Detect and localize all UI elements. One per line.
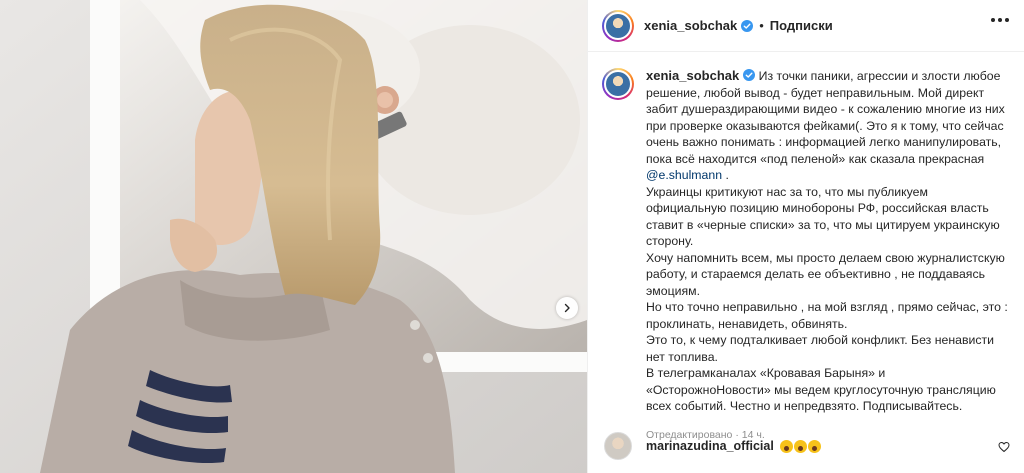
author-username[interactable]: xenia_sobchak xyxy=(644,18,737,33)
post-caption: xenia_sobchak Из точки паники, агрессии … xyxy=(602,68,1012,443)
caption-text-1-end: . xyxy=(722,168,729,182)
verified-badge-icon xyxy=(743,69,756,81)
header-separator: • xyxy=(759,18,764,33)
author-avatar[interactable] xyxy=(602,9,634,42)
verified-badge-icon xyxy=(741,19,754,32)
post-details-panel: xenia_sobchak • Подписки xenia_sobchak И… xyxy=(587,0,1024,473)
post-header: xenia_sobchak • Подписки xyxy=(588,0,1024,52)
caption-author-avatar[interactable] xyxy=(602,68,634,100)
caption-username[interactable]: xenia_sobchak xyxy=(646,68,739,83)
caption-text-1: Из точки паники, агрессии и злости любое… xyxy=(646,69,1009,166)
caption-paragraph-2: Украинцы критикуют нас за то, что мы пуб… xyxy=(646,184,1008,414)
scream-emoji xyxy=(793,439,807,453)
heart-icon[interactable] xyxy=(998,440,1010,458)
caption-paragraph-1: xenia_sobchak Из точки паники, агрессии … xyxy=(646,68,1011,184)
author-avatar-image xyxy=(604,11,632,40)
following-button[interactable]: Подписки xyxy=(770,18,833,33)
more-options-icon[interactable] xyxy=(991,18,1009,22)
comment-text xyxy=(779,439,821,453)
chevron-right-icon xyxy=(562,303,572,313)
next-photo-button[interactable] xyxy=(556,297,578,319)
scream-emoji xyxy=(807,439,821,453)
post-photo[interactable] xyxy=(0,0,587,473)
comment-row: marinazudina_official xyxy=(602,432,1012,460)
mention-link[interactable]: @e.shulmann xyxy=(646,168,722,182)
post-photo-image xyxy=(0,0,587,473)
scream-emoji xyxy=(779,439,793,453)
commenter-username[interactable]: marinazudina_official xyxy=(646,439,774,453)
caption-author-avatar-image xyxy=(604,70,632,98)
commenter-avatar[interactable] xyxy=(604,432,632,460)
caption-body: xenia_sobchak Из точки паники, агрессии … xyxy=(646,68,1011,443)
